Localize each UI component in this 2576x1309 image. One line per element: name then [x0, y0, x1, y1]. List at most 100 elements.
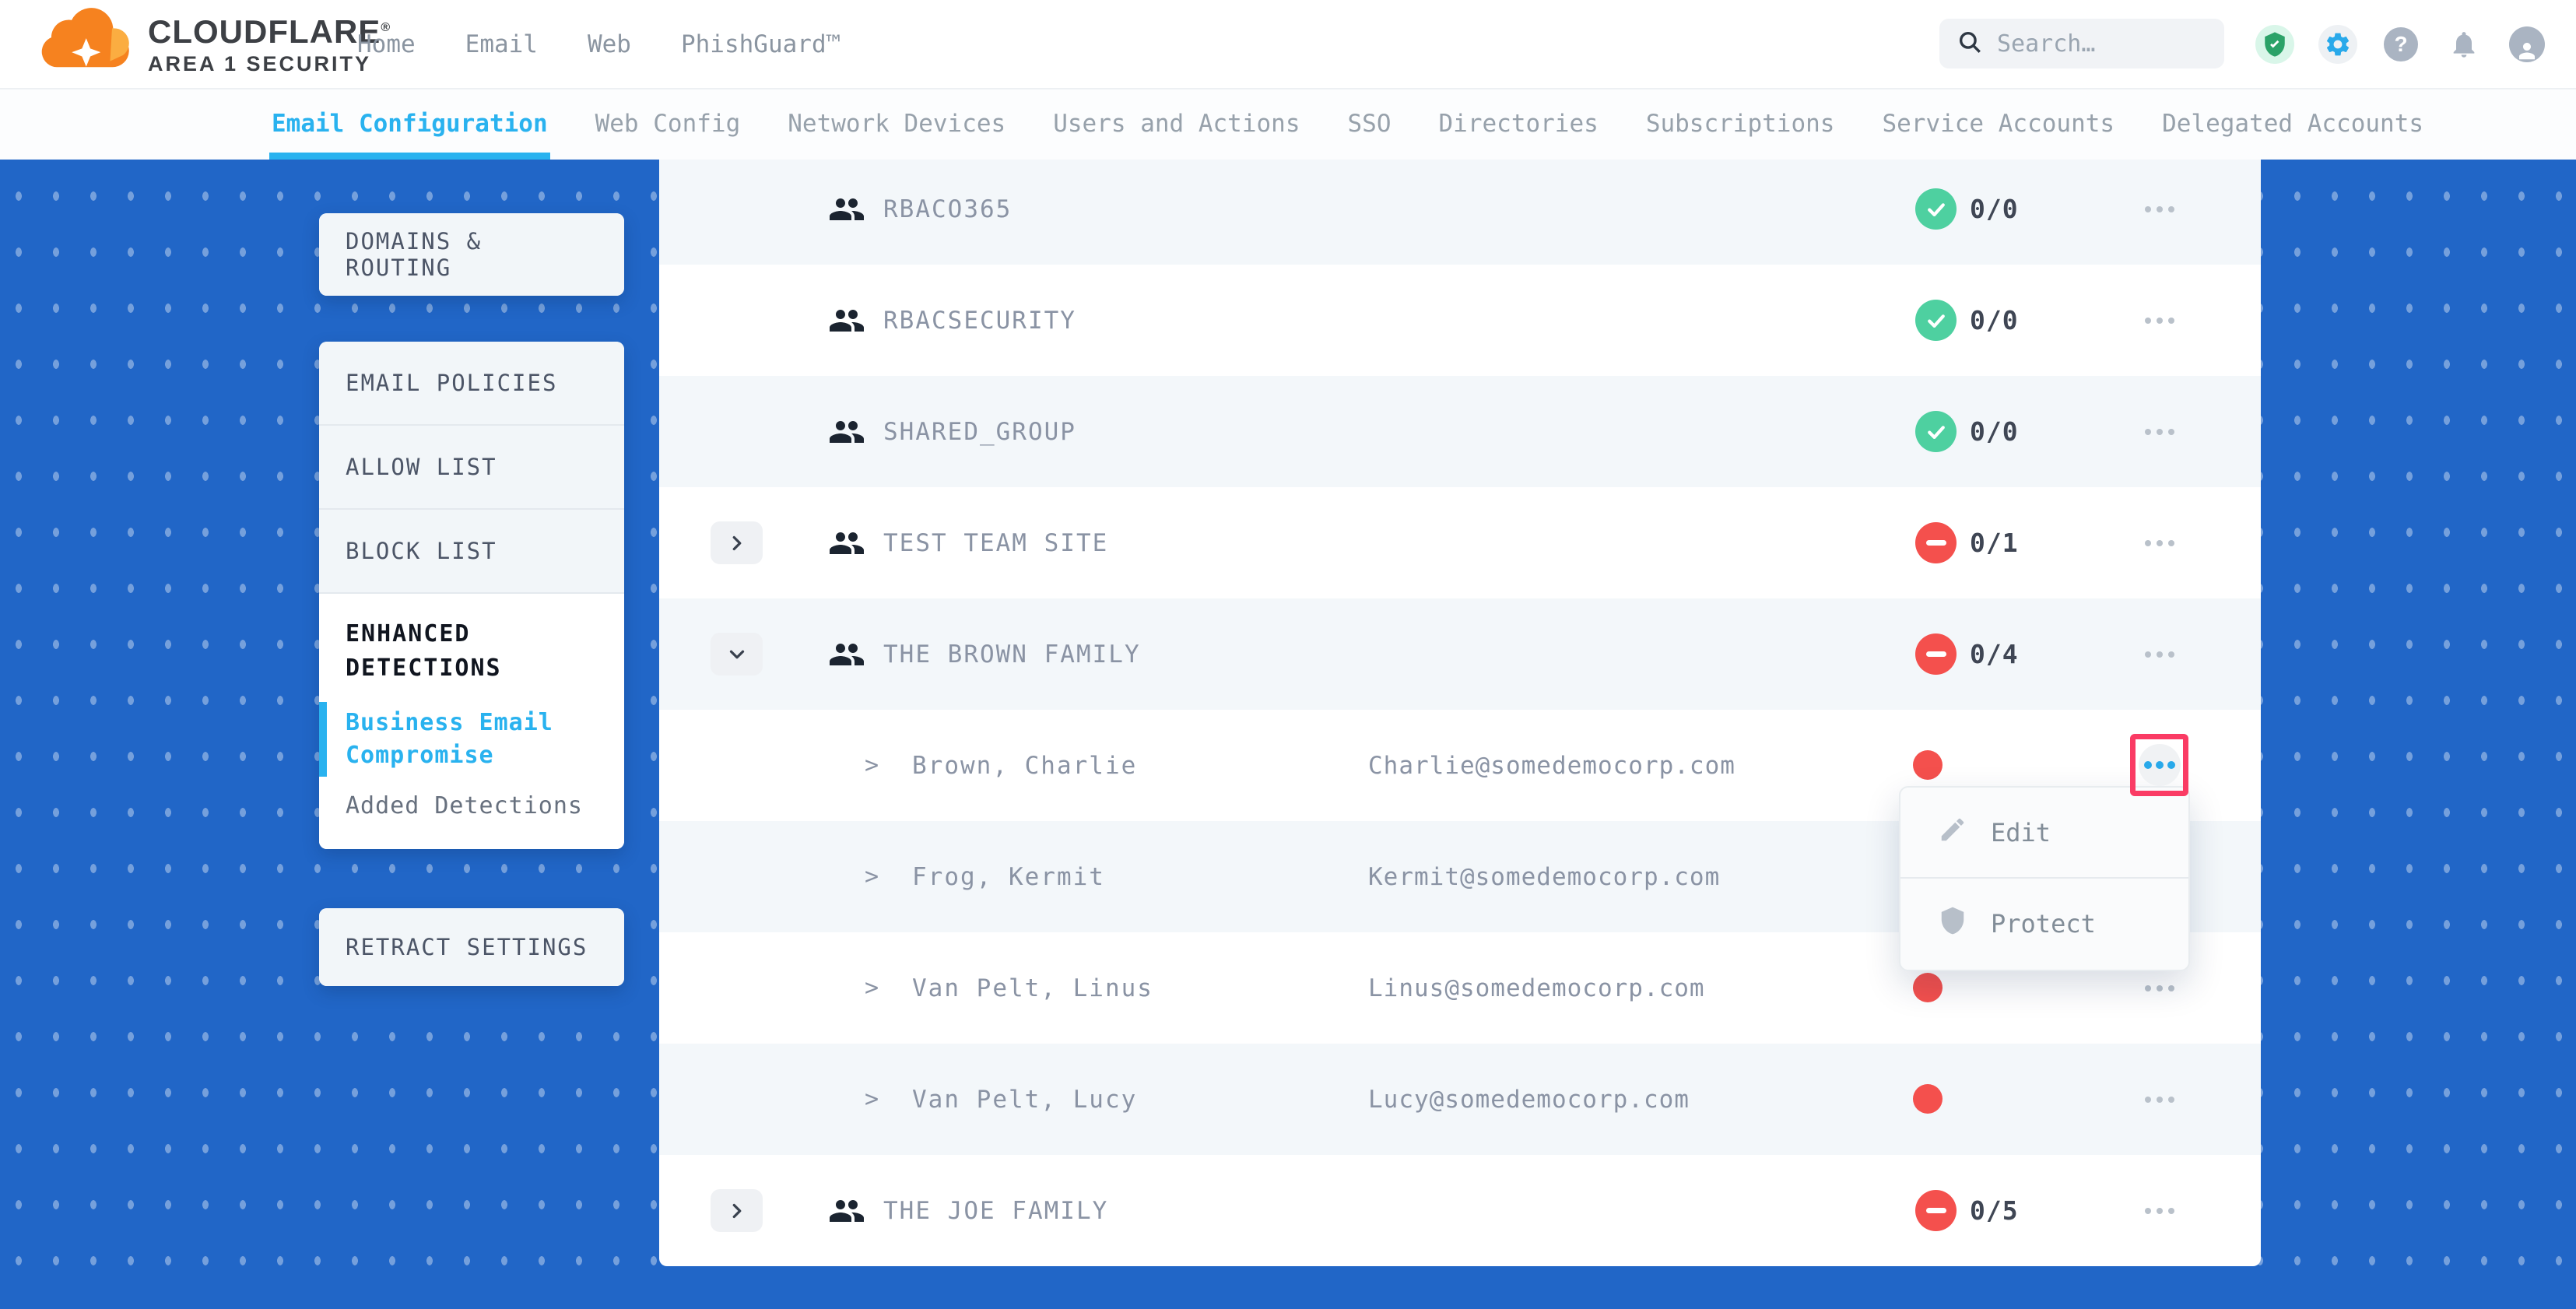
row-actions-menu: Edit Protect: [1899, 786, 2190, 971]
collapse-chevron-button[interactable]: [711, 633, 763, 676]
table-row-group: THE JOE FAMILY 0/5: [659, 1155, 2261, 1266]
group-icon: [828, 1192, 865, 1233]
row-actions-kebab-button[interactable]: [2127, 487, 2192, 598]
member-email: Kermit@somedemocorp.com: [1368, 821, 1720, 932]
row-actions-kebab-button[interactable]: [2127, 598, 2192, 710]
member-name: Van Pelt, Lucy: [912, 1044, 1137, 1155]
member-caret: >: [865, 821, 879, 932]
status-blocked-badge: [1915, 522, 1957, 563]
protected-count: 0/5: [1970, 1155, 2019, 1266]
member-email: Linus@somedemocorp.com: [1368, 932, 1705, 1044]
sidebar-card-retract-settings: RETRACT SETTINGS: [319, 908, 624, 986]
sidebar-item-added-detections[interactable]: Added Detections: [346, 792, 598, 819]
annotation-highlight-box: [2130, 734, 2188, 796]
brand-name: CLOUDFLARE®: [148, 8, 391, 52]
table-row-group: TEST TEAM SITE 0/1: [659, 487, 2261, 598]
sidebar-enhanced-detections-section: ENHANCED DETECTIONS Business Email Compr…: [319, 594, 624, 849]
tab-email-configuration[interactable]: Email Configuration: [272, 88, 548, 160]
group-name: THE JOE FAMILY: [883, 1155, 1108, 1266]
status-flagged-dot: [1913, 750, 1943, 780]
row-actions-kebab-button[interactable]: [2127, 1155, 2192, 1266]
settings-gear-icon[interactable]: [2318, 25, 2357, 64]
nav-link-email[interactable]: Email: [465, 30, 538, 58]
group-name: THE BROWN FAMILY: [883, 598, 1141, 710]
notifications-bell-icon[interactable]: [2444, 25, 2483, 64]
member-caret: >: [865, 932, 879, 1044]
sidebar-item-block-list[interactable]: BLOCK LIST: [319, 510, 624, 594]
sidebar-item-allow-list[interactable]: ALLOW LIST: [319, 426, 624, 510]
expand-chevron-button[interactable]: [711, 1189, 763, 1232]
sidebar-item-enhanced-detections[interactable]: ENHANCED DETECTIONS: [346, 617, 579, 685]
sidebar-item-domains-routing[interactable]: DOMAINS & ROUTING: [319, 213, 624, 296]
expand-chevron-button[interactable]: [711, 521, 763, 564]
member-name: Frog, Kermit: [912, 821, 1105, 932]
tab-delegated-accounts[interactable]: Delegated Accounts: [2162, 88, 2423, 160]
protected-count: 0/0: [1970, 376, 2019, 487]
row-actions-kebab-button[interactable]: [2127, 376, 2192, 487]
menu-item-label: Edit: [1991, 818, 2051, 848]
member-name: Brown, Charlie: [912, 710, 1137, 821]
status-ok-badge: [1915, 300, 1957, 341]
nav-link-phishguard[interactable]: PhishGuard™: [681, 30, 841, 58]
sidebar-item-retract-settings[interactable]: RETRACT SETTINGS: [319, 908, 624, 986]
status-ok-badge: [1915, 188, 1957, 230]
top-header: CLOUDFLARE® AREA 1 SECURITY Home Email Web…: [0, 0, 2576, 89]
group-name: RBACO365: [883, 153, 1012, 265]
tab-network-devices[interactable]: Network Devices: [788, 88, 1005, 160]
status-ok-badge: [1915, 411, 1957, 452]
section-tabbar: Email Configuration Web Config Network Dev…: [0, 88, 2576, 160]
menu-item-edit[interactable]: Edit: [1900, 788, 2188, 877]
menu-item-protect[interactable]: Protect: [1900, 877, 2188, 968]
tab-subscriptions[interactable]: Subscriptions: [1646, 88, 1835, 160]
tab-service-accounts[interactable]: Service Accounts: [1882, 88, 2114, 160]
shield-icon: [1938, 906, 1967, 942]
nav-link-web[interactable]: Web: [588, 30, 631, 58]
group-icon: [828, 413, 865, 454]
table-row-group: SHARED_GROUP 0/0: [659, 376, 2261, 487]
help-icon[interactable]: ?: [2381, 25, 2420, 64]
member-name: Van Pelt, Linus: [912, 932, 1153, 1044]
group-name: TEST TEAM SITE: [883, 487, 1108, 598]
search-box[interactable]: [1939, 19, 2224, 68]
protected-count: 0/1: [1970, 487, 2019, 598]
row-actions-kebab-button[interactable]: [2127, 153, 2192, 265]
row-actions-kebab-button[interactable]: [2127, 265, 2192, 376]
table-row-member: >Van Pelt, LucyLucy@somedemocorp.com: [659, 1044, 2261, 1155]
status-blocked-badge: [1915, 633, 1957, 675]
member-email: Lucy@somedemocorp.com: [1368, 1044, 1690, 1155]
status-flagged-dot: [1913, 973, 1943, 1002]
cloudflare-cloud-icon: [37, 8, 137, 75]
sidebar-card-domains-routing: DOMAINS & ROUTING: [319, 213, 624, 296]
sidebar-item-email-policies[interactable]: EMAIL POLICIES: [319, 342, 624, 426]
account-icon[interactable]: [2508, 25, 2546, 64]
tab-web-config[interactable]: Web Config: [595, 88, 741, 160]
protected-count: 0/0: [1970, 265, 2019, 376]
table-row-group: RBACO365 0/0: [659, 153, 2261, 265]
status-blocked-badge: [1915, 1190, 1957, 1231]
pencil-icon: [1938, 815, 1967, 851]
groups-table: RBACO365 0/0 RBACSECURITY 0/0 SHARED_GROUP 0/…: [659, 153, 2261, 1266]
protected-count: 0/0: [1970, 153, 2019, 265]
tab-sso[interactable]: SSO: [1348, 88, 1392, 160]
tab-directories[interactable]: Directories: [1439, 88, 1599, 160]
search-input[interactable]: [1995, 30, 2207, 58]
row-actions-kebab-button[interactable]: [2127, 1044, 2192, 1155]
tab-users-and-actions[interactable]: Users and Actions: [1053, 88, 1300, 160]
group-icon: [828, 302, 865, 342]
cloudflare-logo[interactable]: CLOUDFLARE® AREA 1 SECURITY: [37, 8, 391, 75]
group-icon: [828, 191, 865, 231]
sidebar-item-business-email-compromise[interactable]: Business Email Compromise: [346, 707, 579, 772]
group-name: RBACSECURITY: [883, 265, 1076, 376]
menu-item-label: Protect: [1991, 909, 2096, 939]
top-nav: Home Email Web PhishGuard™: [357, 0, 841, 88]
shield-check-icon[interactable]: [2255, 25, 2294, 64]
area1-security-app: CLOUDFLARE® AREA 1 SECURITY Home Email Web…: [0, 0, 2576, 1309]
group-name: SHARED_GROUP: [883, 376, 1076, 487]
group-icon: [828, 636, 865, 676]
member-email: Charlie@somedemocorp.com: [1368, 710, 1735, 821]
group-icon: [828, 525, 865, 565]
table-row-group: THE BROWN FAMILY 0/4: [659, 598, 2261, 710]
protected-count: 0/4: [1970, 598, 2019, 710]
nav-link-home[interactable]: Home: [357, 30, 416, 58]
sidebar-card-email-policies: EMAIL POLICIES ALLOW LIST BLOCK LIST ENH…: [319, 342, 624, 849]
